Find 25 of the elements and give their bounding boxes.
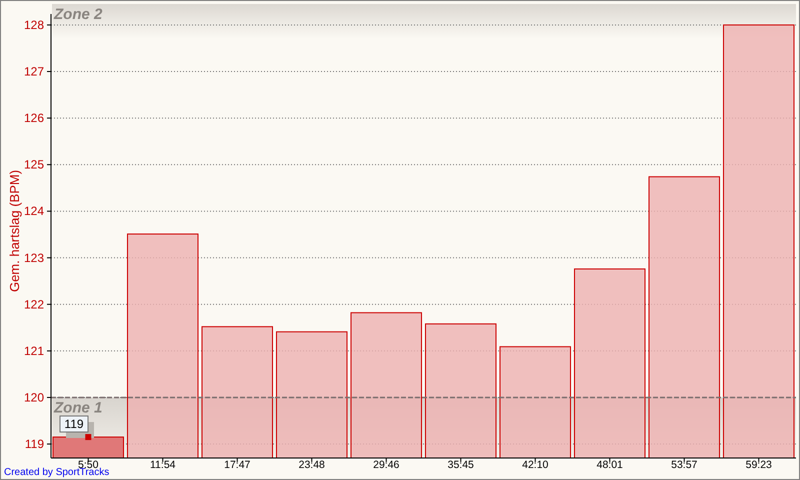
x-tick-label: 59:23: [746, 459, 772, 471]
y-tick-label: 123: [24, 250, 44, 265]
x-tick-label: 29:46: [373, 459, 400, 471]
x-tick-label: 35:45: [448, 459, 474, 471]
y-tick-label: 127: [24, 64, 44, 79]
y-tick-label: 126: [24, 111, 44, 126]
y-tick-label: 128: [24, 18, 44, 32]
bar[interactable]: [52, 436, 124, 458]
zone-label: Zone 2: [54, 6, 102, 23]
y-tick-label: 119: [24, 437, 44, 452]
x-tick-label: 17:47: [224, 459, 250, 471]
y-tick-label: 125: [24, 158, 44, 172]
x-tick-label: 11:54: [150, 459, 176, 471]
x-tick-label: 23:48: [298, 459, 325, 471]
x-tick-label: 42:10: [522, 459, 548, 471]
tooltip: 119: [60, 416, 94, 438]
y-tick-label: 121: [24, 344, 44, 358]
credit-link[interactable]: Created by SportTracks: [4, 467, 110, 478]
y-axis-title: Gem. hartslag (BPM): [7, 170, 22, 292]
y-tick-label: 124: [24, 204, 44, 218]
x-tick-label: 53:57: [671, 459, 698, 471]
x-tick-label: 48:01: [596, 459, 623, 471]
y-tick-label: 120: [24, 390, 44, 404]
zone-label: Zone 1: [54, 399, 102, 416]
y-tick-label: 122: [24, 297, 44, 312]
